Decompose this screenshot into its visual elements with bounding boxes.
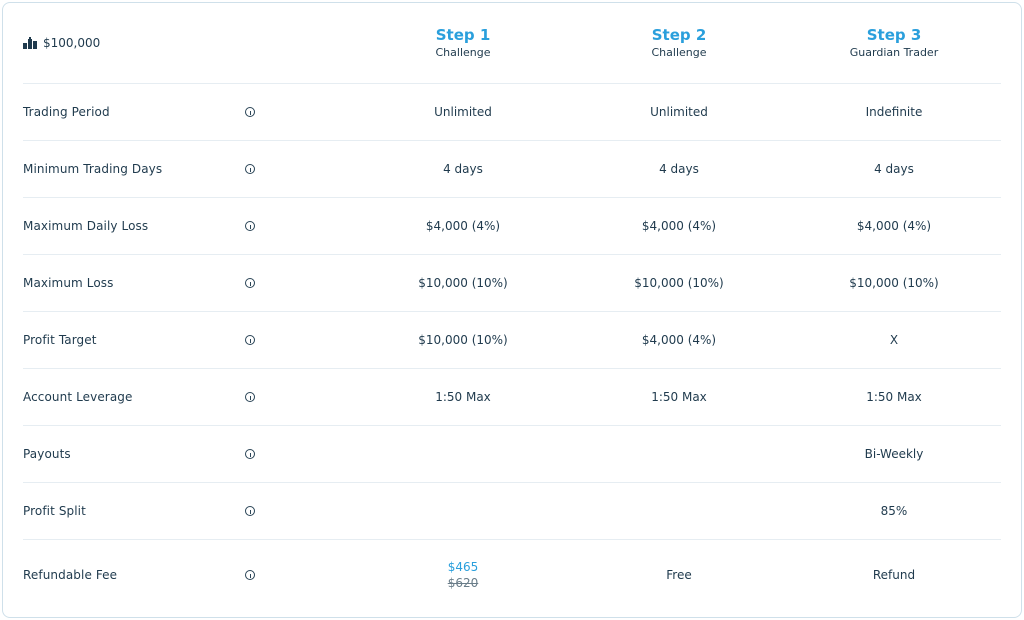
table-row: Payouts Bi-Weekly [23, 426, 1001, 483]
step-1-value: $4,000 (4%) [425, 219, 501, 233]
step-subtitle: Guardian Trader [849, 46, 939, 59]
step-1-value: Unlimited [434, 105, 492, 119]
row-label: Refundable Fee [23, 568, 118, 582]
row-label: Trading Period [23, 105, 110, 119]
row-label: Maximum Loss [23, 276, 114, 290]
step-2-header: Step 2 Challenge [589, 3, 769, 83]
discounted-price: $465 [447, 560, 479, 574]
step-2-value: 4 days [659, 162, 699, 176]
info-icon[interactable] [245, 506, 255, 516]
step-2-value: 1:50 Max [651, 390, 707, 404]
step-2-value [589, 426, 769, 482]
table-row: Minimum Trading Days 4 days 4 days 4 days [23, 141, 1001, 198]
step-subtitle: Challenge [651, 46, 707, 59]
step-3-value: X [889, 333, 899, 347]
step-1-header: Step 1 Challenge [373, 3, 553, 83]
step-subtitle: Challenge [435, 46, 491, 59]
info-icon[interactable] [245, 392, 255, 402]
info-icon[interactable] [245, 335, 255, 345]
step-3-value: Indefinite [865, 105, 923, 119]
table-row: Maximum Daily Loss $4,000 (4%) $4,000 (4%)… [23, 198, 1001, 255]
step-title: Step 3 [866, 26, 922, 44]
row-label: Profit Split [23, 504, 86, 518]
step-2-value: $10,000 (10%) [634, 276, 724, 290]
step-3-value: $4,000 (4%) [856, 219, 932, 233]
step-1-value: $10,000 (10%) [418, 276, 508, 290]
table-row: Profit Split 85% [23, 483, 1001, 540]
step-3-fee: Refund [872, 568, 916, 582]
info-icon[interactable] [245, 570, 255, 580]
row-label: Payouts [23, 447, 71, 461]
table-row: Profit Target $10,000 (10%) $4,000 (4%) X [23, 312, 1001, 369]
step-3-value: 4 days [874, 162, 914, 176]
row-label: Account Leverage [23, 390, 133, 404]
step-2-value: $4,000 (4%) [641, 219, 717, 233]
table-row: Account Leverage 1:50 Max 1:50 Max 1:50 Max [23, 369, 1001, 426]
table-row: Trading Period Unlimited Unlimited Indefini… [23, 84, 1001, 141]
row-label: Maximum Daily Loss [23, 219, 149, 233]
info-icon[interactable] [245, 449, 255, 459]
step-1-value: $10,000 (10%) [418, 333, 508, 347]
step-title: Step 1 [435, 26, 491, 44]
info-icon[interactable] [245, 164, 255, 174]
comparison-table: $100,000 Step 1 Challenge Step 2 Challen… [2, 2, 1022, 618]
table-row: Maximum Loss $10,000 (10%) $10,000 (10%) $1… [23, 255, 1001, 312]
info-icon[interactable] [245, 107, 255, 117]
step-3-value: Bi-Weekly [864, 447, 924, 461]
step-1-value [373, 426, 553, 482]
step-1-value: 4 days [443, 162, 483, 176]
info-icon[interactable] [245, 278, 255, 288]
table-row: Refundable Fee $465 $620 Free Refund [23, 539, 1001, 611]
info-icon[interactable] [245, 221, 255, 231]
plan-amount: $100,000 [43, 36, 101, 50]
step-3-value: 85% [880, 504, 908, 518]
row-label: Minimum Trading Days [23, 162, 163, 176]
step-3-value: 1:50 Max [866, 390, 922, 404]
step-1-fee: $465 $620 [373, 539, 553, 611]
step-2-value: $4,000 (4%) [641, 333, 717, 347]
row-label: Profit Target [23, 333, 97, 347]
podium-icon [23, 37, 37, 49]
step-title: Step 2 [651, 26, 707, 44]
step-2-value [589, 483, 769, 539]
original-price: $620 [447, 576, 479, 590]
step-3-value: $10,000 (10%) [849, 276, 939, 290]
plan-size: $100,000 [23, 3, 100, 83]
step-2-fee: Free [666, 568, 692, 582]
step-1-value: 1:50 Max [435, 390, 491, 404]
step-1-value [373, 483, 553, 539]
step-3-header: Step 3 Guardian Trader [804, 3, 984, 83]
step-2-value: Unlimited [650, 105, 708, 119]
table-header: $100,000 Step 1 Challenge Step 2 Challen… [23, 3, 1001, 84]
